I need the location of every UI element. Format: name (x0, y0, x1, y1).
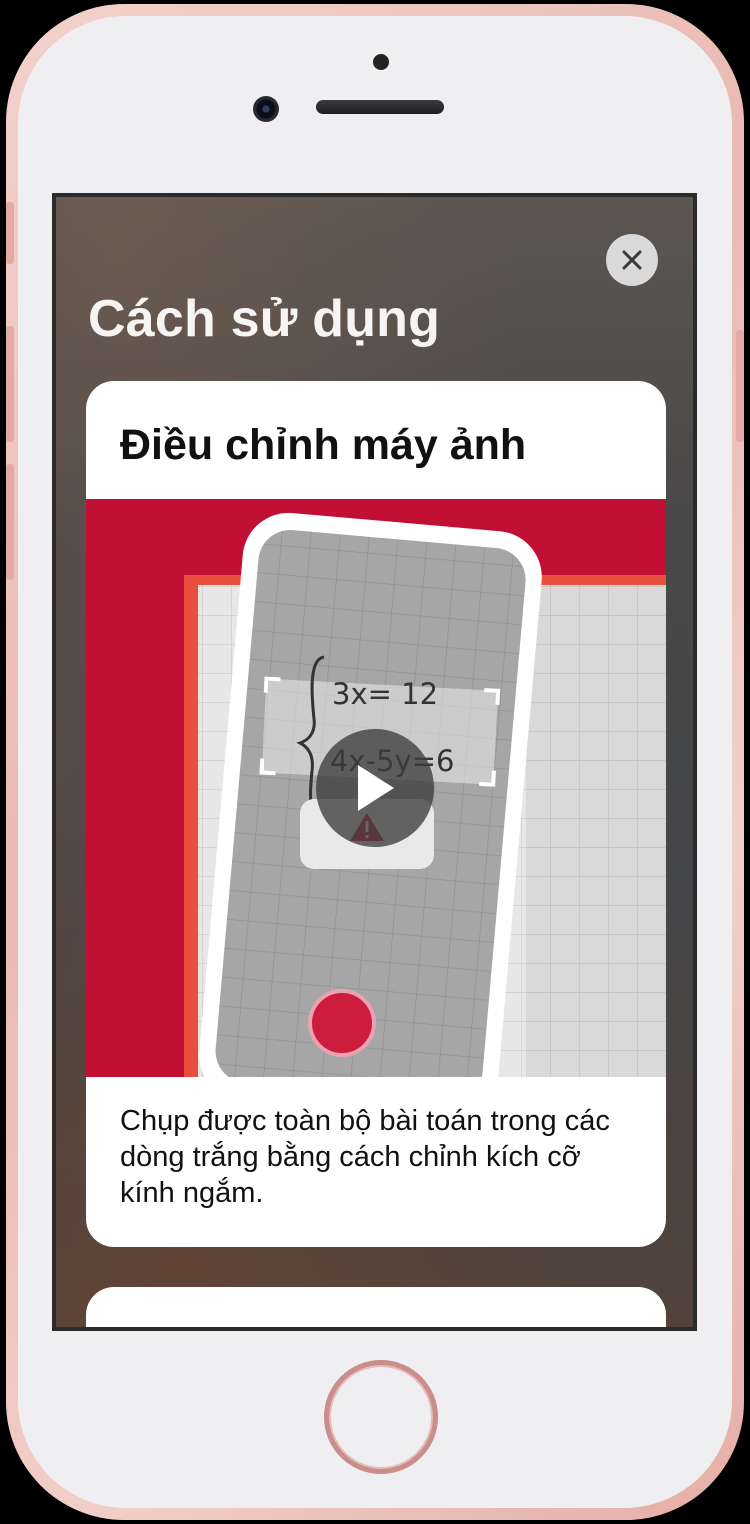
card-title: Điều chỉnh máy ảnh (120, 421, 527, 469)
shutter-button-icon (308, 989, 376, 1057)
tutorial-card: Điều chỉnh máy ảnh 3x= 12 Chụp được toàn… (86, 381, 666, 1247)
volume-down-button (6, 464, 14, 580)
equation-line-1: 3x= 12 (332, 677, 438, 711)
card-description: Chụp được toàn bộ bài toán trong các dòn… (120, 1105, 610, 1209)
volume-up-button (6, 326, 14, 442)
play-icon (358, 765, 394, 811)
proximity-sensor (373, 54, 389, 70)
tutorial-media[interactable]: 3x= 12 4x-5y=6 (86, 499, 666, 1077)
home-button[interactable] (324, 1360, 438, 1474)
power-button (736, 330, 744, 442)
close-icon (622, 250, 642, 270)
page-title: Cách sử dụng (88, 290, 441, 348)
app-screen: Cách sử dụng Điều chỉnh máy ảnh 3x= 12 C… (52, 193, 697, 1331)
front-camera-icon (253, 96, 279, 122)
play-button[interactable] (316, 729, 434, 847)
close-button[interactable] (606, 234, 658, 286)
next-tutorial-card[interactable] (86, 1287, 666, 1327)
earpiece-speaker (316, 100, 444, 114)
mute-switch (6, 202, 14, 264)
